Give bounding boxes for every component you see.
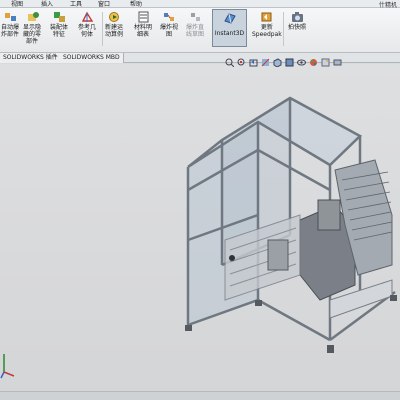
status-bar (0, 391, 400, 400)
machine-assembly-model[interactable] (0, 0, 400, 400)
coordinate-triad-icon (0, 354, 15, 379)
